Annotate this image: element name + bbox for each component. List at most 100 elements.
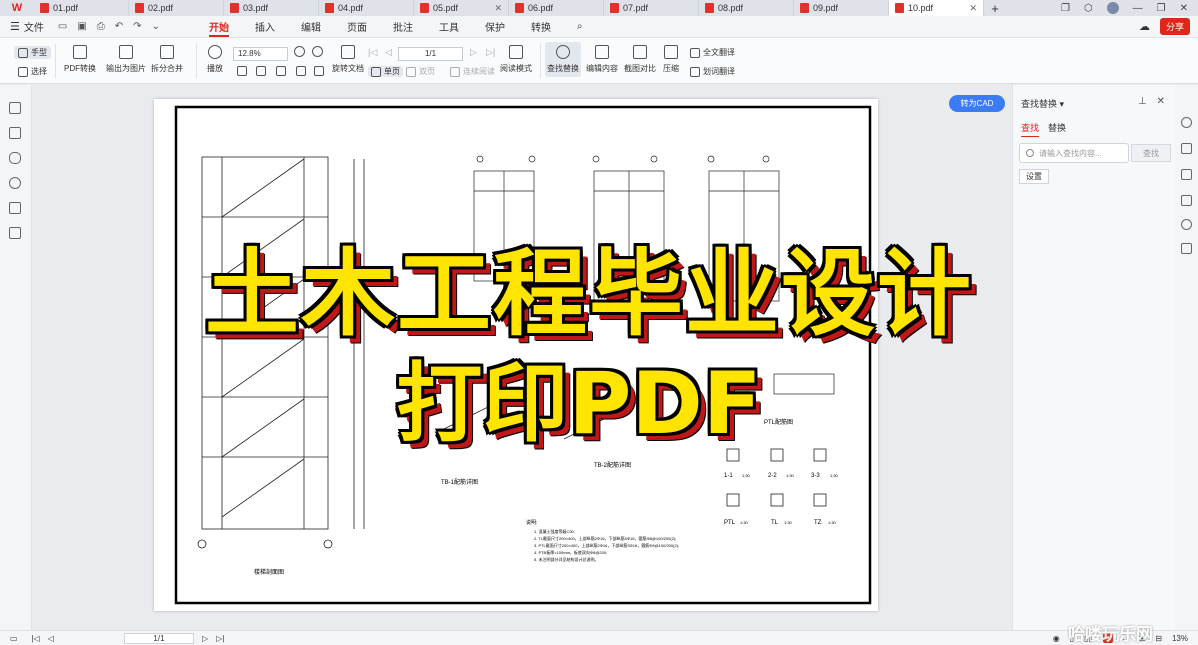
- hand-tool-button[interactable]: 手型: [14, 46, 51, 59]
- search-input[interactable]: 请输入查找内容...: [1019, 143, 1129, 163]
- menu-comment[interactable]: 批注: [380, 16, 426, 38]
- play-button[interactable]: 播放: [207, 45, 223, 74]
- prev-page-icon[interactable]: ◁: [385, 47, 392, 58]
- compress-button[interactable]: 压缩: [663, 45, 679, 74]
- close-icon[interactable]: ✕: [494, 3, 502, 14]
- undo-icon[interactable]: ↶: [115, 21, 123, 32]
- next-page-icon[interactable]: ▷: [470, 47, 477, 58]
- menu-insert[interactable]: 插入: [242, 16, 288, 38]
- fit-page-button[interactable]: [256, 66, 266, 80]
- split-merge-button[interactable]: 拆分合并: [151, 45, 183, 74]
- status-page-input[interactable]: 1/1: [123, 632, 194, 644]
- minimize-icon[interactable]: —: [1133, 3, 1143, 14]
- first-page-icon[interactable]: |◁: [368, 47, 377, 58]
- pdf-convert-button[interactable]: PDF转换: [64, 45, 96, 74]
- sidebar-toggle-icon[interactable]: ▭: [10, 634, 18, 643]
- tab-file[interactable]: 03.pdf: [224, 0, 319, 16]
- cloud-icon[interactable]: ☁: [1139, 20, 1150, 33]
- tab-replace[interactable]: 替换: [1048, 121, 1066, 134]
- menu-tools[interactable]: 工具: [426, 16, 472, 38]
- find-button[interactable]: 查找: [1131, 144, 1171, 162]
- single-page-button[interactable]: 单页: [368, 66, 403, 77]
- tab-file[interactable]: 05.pdf ✕: [414, 0, 509, 16]
- next-page-icon[interactable]: ▷: [202, 634, 208, 643]
- menu-convert[interactable]: 转换: [518, 16, 564, 38]
- rotate-left-button[interactable]: [296, 66, 306, 80]
- single-page-icon: [371, 66, 381, 77]
- tab-file[interactable]: 09.pdf: [794, 0, 889, 16]
- word-translate-button[interactable]: 划词翻译: [690, 66, 735, 77]
- tab-file[interactable]: 08.pdf: [699, 0, 794, 16]
- panel-title[interactable]: 查找替换 ▾: [1021, 97, 1064, 110]
- tab-file[interactable]: 02.pdf: [129, 0, 224, 16]
- tab-file[interactable]: 04.pdf: [319, 0, 414, 16]
- page-number-input[interactable]: 1/1: [398, 47, 463, 61]
- file-menu[interactable]: 文件: [24, 19, 44, 34]
- last-page-icon[interactable]: ▷|: [486, 47, 495, 58]
- avatar[interactable]: [1106, 2, 1119, 14]
- to-image-button[interactable]: 输出为图片: [106, 45, 146, 74]
- restore-icon[interactable]: ❐: [1061, 3, 1070, 14]
- open-folder-icon[interactable]: ▭: [58, 21, 67, 32]
- box-icon[interactable]: ⬡: [1084, 3, 1093, 14]
- close-icon[interactable]: ✕: [1157, 96, 1165, 107]
- rotate-right-button[interactable]: [314, 66, 324, 80]
- search-icon[interactable]: ⌕: [564, 16, 596, 38]
- more-icon[interactable]: [1181, 243, 1192, 254]
- thumbnail-icon[interactable]: [9, 127, 21, 139]
- fit-width-icon[interactable]: ⊟: [1155, 634, 1162, 643]
- close-icon[interactable]: ✕: [969, 3, 977, 14]
- maximize-icon[interactable]: ❐: [1157, 3, 1166, 14]
- screenshot-compare-button[interactable]: 截图对比: [624, 45, 656, 74]
- tab-file-active[interactable]: 10.pdf ✕: [889, 0, 984, 16]
- full-translate-button[interactable]: 全文翻译: [690, 47, 735, 58]
- hamburger-icon[interactable]: ☰: [10, 20, 20, 33]
- menu-home[interactable]: 开始: [196, 16, 242, 38]
- zoom-level[interactable]: 13%: [1172, 634, 1188, 643]
- edit-content-button[interactable]: 编辑内容: [586, 45, 618, 74]
- settings-button[interactable]: 设置: [1019, 169, 1049, 184]
- attachment-icon[interactable]: [9, 177, 21, 189]
- comment-icon[interactable]: [9, 152, 21, 164]
- continuous-button[interactable]: 连续阅读: [450, 66, 495, 77]
- menu-edit[interactable]: 编辑: [288, 16, 334, 38]
- double-page-button[interactable]: 双页: [406, 66, 435, 77]
- signature-icon[interactable]: [9, 202, 21, 214]
- properties-icon[interactable]: [1181, 143, 1192, 154]
- save-icon[interactable]: ▣: [77, 21, 86, 32]
- last-page-icon[interactable]: ▷|: [216, 634, 224, 643]
- tab-file[interactable]: 01.pdf: [34, 0, 129, 16]
- search-icon[interactable]: [1181, 117, 1192, 128]
- image-icon: [119, 45, 133, 59]
- prev-page-icon[interactable]: ◁: [48, 634, 54, 643]
- tab-file[interactable]: 07.pdf: [604, 0, 699, 16]
- close-window-icon[interactable]: ✕: [1180, 3, 1188, 14]
- zoom-in-button[interactable]: [312, 46, 323, 61]
- select-tool-button[interactable]: 选择: [18, 66, 47, 77]
- zoom-select[interactable]: 12.8%: [233, 47, 288, 61]
- redo-icon[interactable]: ↷: [133, 21, 141, 32]
- new-tab-icon[interactable]: +: [984, 0, 1006, 16]
- pin-icon[interactable]: ⊥: [1138, 96, 1147, 107]
- bookmark-icon[interactable]: [9, 102, 21, 114]
- menu-protect[interactable]: 保护: [472, 16, 518, 38]
- layers-icon[interactable]: [1181, 195, 1192, 206]
- headline-line-2: 打印PDF: [396, 354, 762, 454]
- first-page-icon[interactable]: |◁: [32, 634, 40, 643]
- convert-to-cad-button[interactable]: 转为CAD: [949, 95, 1005, 112]
- tab-find[interactable]: 查找: [1021, 121, 1040, 137]
- read-mode-button[interactable]: 阅读模式: [500, 45, 532, 74]
- dropdown-icon[interactable]: ⌄: [152, 21, 160, 32]
- help-icon[interactable]: [1181, 219, 1192, 230]
- zoom-out-button[interactable]: [294, 46, 305, 61]
- share-button[interactable]: 分享: [1159, 18, 1190, 35]
- tab-file[interactable]: 06.pdf: [509, 0, 604, 16]
- menu-page[interactable]: 页面: [334, 16, 380, 38]
- print-icon[interactable]: ⎙: [97, 21, 105, 32]
- eye-icon[interactable]: ◉: [1053, 634, 1060, 643]
- fit-width-button[interactable]: [237, 66, 247, 80]
- find-replace-button[interactable]: 查找替换: [545, 42, 581, 77]
- panel-icon[interactable]: [1181, 169, 1192, 180]
- actual-size-button[interactable]: [276, 66, 286, 80]
- rotate-doc-button[interactable]: 旋转文档: [332, 45, 364, 74]
